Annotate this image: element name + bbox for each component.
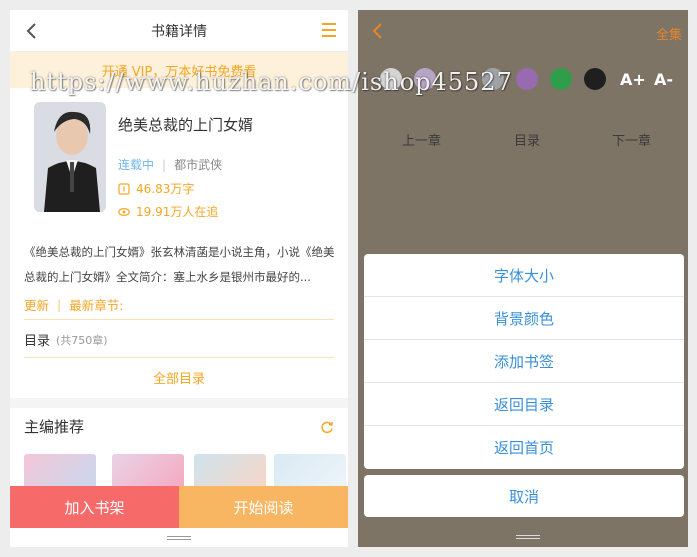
book-genre: 都市武侠 — [174, 158, 223, 172]
font-size-option[interactable]: 字体大小 — [364, 254, 684, 297]
background-color-option[interactable]: 背景颜色 — [364, 297, 684, 340]
return-toc-option[interactable]: 返回目录 — [364, 383, 684, 426]
all-toc-link[interactable]: 全部目录 — [10, 368, 348, 387]
back-arrow-icon[interactable] — [22, 20, 42, 42]
word-count: 46.83万字 — [118, 180, 194, 197]
next-chapter-button[interactable]: 下一章 — [612, 130, 651, 149]
reader-menu-screen: 全集 A+ A- 上一章 目录 下一章 字体大小 背景颜色 添加书签 返回目录 … — [358, 10, 688, 547]
home-indicator — [516, 535, 540, 540]
book-info: 绝美总裁的上门女婿 连载中 | 都市武侠 46.83万字 19.91万人在追 — [10, 88, 348, 219]
add-to-shelf-button[interactable]: 加入书架 — [10, 486, 179, 528]
recommend-title: 主编推荐 — [24, 418, 85, 436]
book-title: 绝美总裁的上门女婿 — [118, 116, 254, 134]
chapter-count: (共750章) — [56, 333, 108, 347]
vip-banner[interactable]: 开通 VIP，万本好书免费看 — [10, 52, 348, 88]
latest-chapter-label: 最新章节: — [69, 298, 124, 313]
update-label: 更新 — [24, 298, 50, 313]
book-cover-image — [34, 102, 106, 212]
add-bookmark-option[interactable]: 添加书签 — [364, 340, 684, 383]
menu-icon[interactable] — [322, 23, 336, 37]
home-indicator — [167, 536, 191, 541]
color-swatch-gray[interactable] — [482, 68, 504, 90]
section-divider — [10, 398, 348, 408]
action-sheet: 字体大小 背景颜色 添加书签 返回目录 返回首页 — [364, 254, 684, 469]
color-swatch-black[interactable] — [584, 68, 606, 90]
background-color-picker: A+ A- — [380, 68, 680, 92]
start-reading-button[interactable]: 开始阅读 — [179, 486, 348, 528]
book-icon — [118, 182, 130, 195]
serial-status: 连载中 — [118, 158, 155, 172]
color-swatch-lavender[interactable] — [414, 68, 436, 90]
screenshot-root: 书籍详情 开通 VIP，万本好书免费看 绝美总裁的上门女婿 连载中|都市武侠 — [0, 0, 697, 557]
reader-count: 19.91万人在追 — [118, 203, 218, 220]
color-swatch-green[interactable] — [550, 68, 572, 90]
font-smaller-button[interactable]: A- — [654, 70, 673, 89]
toc-row[interactable]: 目录 (共750章) — [24, 322, 334, 358]
refresh-icon[interactable] — [320, 420, 334, 434]
header: 书籍详情 — [10, 10, 348, 52]
toc-button[interactable]: 目录 — [514, 130, 540, 149]
cancel-button[interactable]: 取消 — [364, 475, 684, 517]
update-row[interactable]: 更新 | 最新章节: — [24, 290, 334, 320]
color-swatch-purple[interactable] — [516, 68, 538, 90]
recommend-header: 主编推荐 — [24, 416, 334, 437]
eye-icon — [118, 207, 130, 216]
book-intro[interactable]: 《绝美总裁的上门女婿》张玄林清菡是小说主角，小说《绝美总裁的上门女婿》全文简介：… — [24, 240, 336, 290]
word-count-text: 46.83万字 — [136, 182, 195, 196]
page-title: 书籍详情 — [151, 23, 207, 40]
chapter-navigation: 上一章 目录 下一章 — [358, 130, 688, 150]
book-status-line: 连载中 | 都市武侠 — [118, 158, 223, 172]
full-set-link[interactable]: 全集 — [656, 24, 682, 43]
book-detail-screen: 书籍详情 开通 VIP，万本好书免费看 绝美总裁的上门女婿 连载中|都市武侠 — [10, 10, 348, 547]
return-home-option[interactable]: 返回首页 — [364, 426, 684, 469]
toc-label: 目录 — [24, 334, 51, 349]
color-swatch-light-gray[interactable] — [380, 68, 402, 90]
bottom-action-bar: 加入书架 开始阅读 — [10, 486, 348, 528]
prev-chapter-button[interactable]: 上一章 — [402, 130, 441, 149]
reader-count-text: 19.91万人在追 — [136, 205, 219, 219]
font-larger-button[interactable]: A+ — [620, 70, 646, 89]
back-arrow-icon[interactable] — [368, 20, 388, 42]
